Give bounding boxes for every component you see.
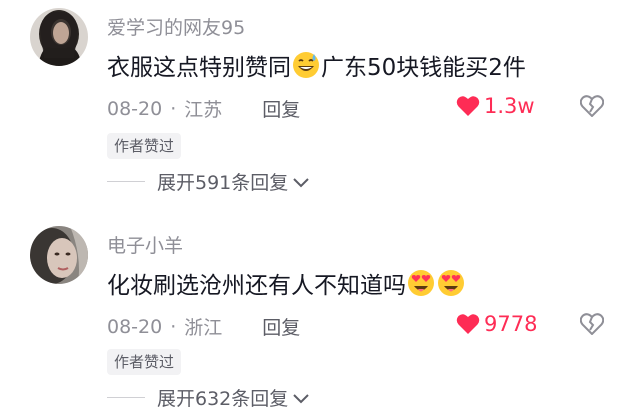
heart-icon: [456, 96, 480, 116]
expand-replies-button[interactable]: 展开591条回复: [107, 168, 310, 195]
like-count: 9778: [484, 312, 538, 336]
chevron-down-icon: [293, 393, 309, 403]
comment-date: 08-20: [107, 315, 163, 338]
comment-location: 江苏: [184, 99, 223, 121]
broken-heart-icon: [579, 313, 605, 336]
comment-date: 08-20: [107, 97, 163, 120]
dislike-button[interactable]: [579, 313, 605, 339]
heart-eyes-emoji-icon: [407, 269, 435, 297]
comment-location: 浙江: [184, 317, 223, 339]
sweat-smile-emoji-icon: [292, 51, 320, 79]
reply-button[interactable]: 回复: [262, 95, 300, 122]
meta-separator: ·: [170, 315, 177, 338]
comment-meta: 08-20 · 浙江 回复: [107, 313, 300, 340]
heart-icon: [456, 314, 480, 334]
comment-meta: 08-20 · 江苏 回复: [107, 95, 300, 122]
reply-button[interactable]: 回复: [262, 313, 300, 340]
expand-replies-label: 展开632条回复: [157, 388, 289, 410]
chevron-down-icon: [293, 177, 309, 187]
like-button[interactable]: 1.3w: [456, 94, 535, 118]
divider-line: [107, 181, 145, 182]
dislike-button[interactable]: [579, 95, 605, 121]
avatar[interactable]: [30, 8, 88, 66]
broken-heart-icon: [579, 95, 605, 118]
username[interactable]: 爱学习的网友95: [107, 13, 245, 40]
expand-replies-button[interactable]: 展开632条回复: [107, 384, 310, 411]
comment-text-part: 广东50块钱能买2件: [321, 55, 526, 81]
author-liked-badge: 作者赞过: [107, 349, 182, 375]
divider-line: [107, 397, 145, 398]
like-count: 1.3w: [484, 94, 535, 118]
comment-text-part: 化妆刷选沧州还有人不知道吗: [107, 273, 406, 299]
comment-text: 衣服这点特别赞同 广东50块钱能买2件: [107, 48, 526, 82]
meta-separator: ·: [170, 97, 177, 120]
comment-text: 化妆刷选沧州还有人不知道吗: [107, 266, 466, 300]
comment-text-part: 衣服这点特别赞同: [107, 55, 291, 81]
avatar[interactable]: [30, 226, 88, 284]
heart-eyes-emoji-icon: [437, 269, 465, 297]
expand-replies-label: 展开591条回复: [157, 172, 289, 194]
username[interactable]: 电子小羊: [107, 231, 183, 258]
like-button[interactable]: 9778: [456, 312, 537, 336]
author-liked-badge: 作者赞过: [107, 133, 182, 159]
